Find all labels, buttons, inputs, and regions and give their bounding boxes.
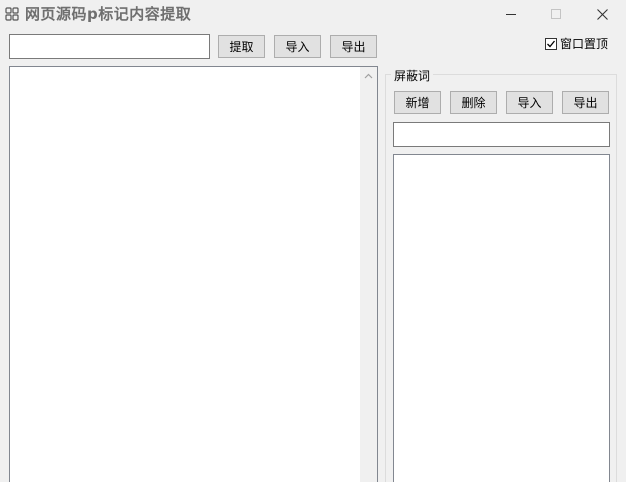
chevron-up-icon xyxy=(364,73,373,78)
app-grid-icon xyxy=(5,7,19,21)
content-text xyxy=(10,67,377,73)
maximize-button[interactable] xyxy=(533,0,579,28)
main-window: 网页源码p标记内容提取 提取 导入 导出 窗口置顶 屏蔽词 新增 删除 导入 导… xyxy=(0,0,626,482)
maximize-icon xyxy=(551,9,561,19)
close-button[interactable] xyxy=(579,0,625,28)
filter-words-list[interactable] xyxy=(393,154,610,482)
topmost-checkbox[interactable]: 窗口置顶 xyxy=(545,35,608,52)
content-textarea[interactable] xyxy=(9,66,378,482)
export-words-button[interactable]: 导出 xyxy=(562,91,609,114)
window-title: 网页源码p标记内容提取 xyxy=(25,5,192,23)
close-icon xyxy=(596,8,608,20)
import-words-button[interactable]: 导入 xyxy=(506,91,553,114)
vertical-scrollbar[interactable] xyxy=(360,67,377,482)
filter-words-group-title: 屏蔽词 xyxy=(391,67,434,84)
checkmark-icon xyxy=(547,40,556,47)
delete-word-button[interactable]: 删除 xyxy=(450,91,497,114)
export-button[interactable]: 导出 xyxy=(330,35,377,58)
minimize-button[interactable] xyxy=(488,0,534,28)
add-word-button[interactable]: 新增 xyxy=(394,91,441,114)
topmost-checkbox-label: 窗口置顶 xyxy=(560,37,609,51)
filter-word-input-box[interactable] xyxy=(393,122,610,147)
import-button[interactable]: 导入 xyxy=(274,35,321,58)
url-input[interactable] xyxy=(10,35,209,58)
topmost-checkbox-box[interactable] xyxy=(545,37,557,50)
extract-button[interactable]: 提取 xyxy=(218,35,265,58)
scroll-up-button[interactable] xyxy=(360,67,377,84)
minimize-icon xyxy=(506,14,516,15)
title-bar[interactable]: 网页源码p标记内容提取 xyxy=(0,0,626,28)
url-input-box[interactable] xyxy=(9,34,210,59)
filter-word-input[interactable] xyxy=(394,123,609,146)
